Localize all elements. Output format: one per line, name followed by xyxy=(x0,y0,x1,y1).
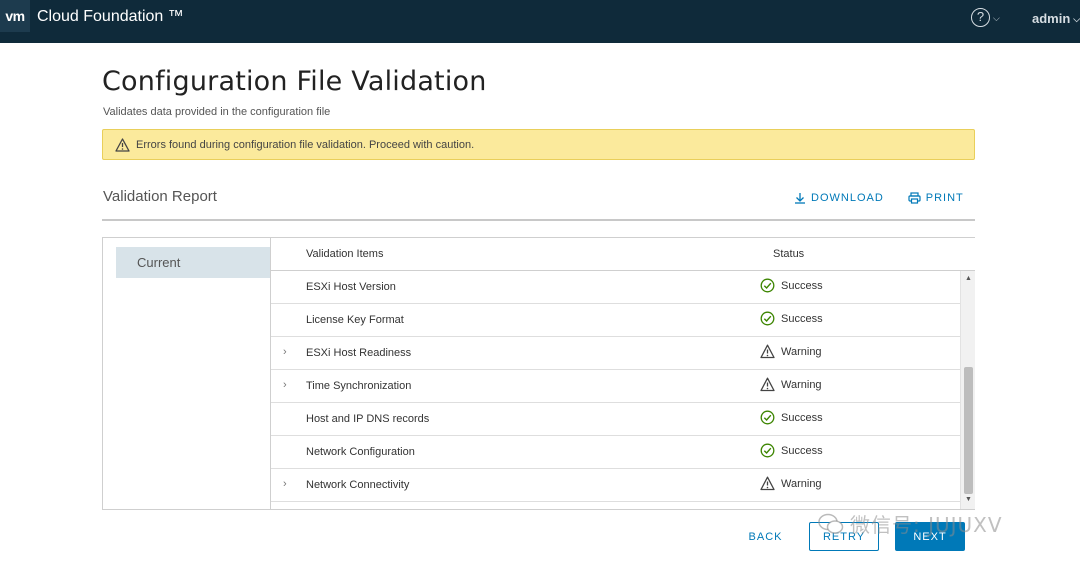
status-cell: Success xyxy=(760,311,823,326)
success-check-icon xyxy=(760,443,775,458)
table-row: Network Configuration Success xyxy=(271,436,960,469)
watermark-text: 微信号: JUJUXV xyxy=(850,513,1003,537)
validation-grid: Validation Items Status ESXi Host Versio… xyxy=(270,238,975,509)
chevron-right-icon[interactable]: › xyxy=(283,478,287,490)
status-label: Warning xyxy=(781,378,822,391)
status-label: Warning xyxy=(781,345,822,358)
table-row[interactable]: › Network Connectivity Warning xyxy=(271,469,960,502)
success-check-icon xyxy=(760,311,775,326)
print-button[interactable]: PRINT xyxy=(908,192,964,204)
warning-triangle-icon xyxy=(760,344,775,359)
status-cell: Warning xyxy=(760,476,822,491)
status-cell: Success xyxy=(760,410,823,425)
warning-triangle-icon xyxy=(760,476,775,491)
warning-alert: Errors found during configuration file v… xyxy=(102,129,975,160)
chevron-down-icon: ⌵ xyxy=(1073,14,1080,24)
column-header-status[interactable]: Status xyxy=(773,248,804,260)
table-row: License Key Format Success xyxy=(271,304,960,337)
validation-item-name: Host and IP DNS records xyxy=(306,413,430,425)
wechat-icon xyxy=(818,513,844,534)
scroll-down-arrow-icon[interactable]: ▼ xyxy=(965,496,972,503)
scroll-up-arrow-icon[interactable]: ▲ xyxy=(965,275,972,282)
vm-logo: vm xyxy=(0,0,30,32)
page-subtitle: Validates data provided in the configura… xyxy=(103,106,331,118)
help-icon[interactable]: ? xyxy=(971,8,990,27)
status-cell: Success xyxy=(760,278,823,293)
status-label: Success xyxy=(781,279,823,292)
warning-triangle-icon xyxy=(760,377,775,392)
back-button[interactable]: BACK xyxy=(737,522,794,551)
status-label: Success xyxy=(781,444,823,457)
page-title: Configuration File Validation xyxy=(102,66,487,97)
status-cell: Warning xyxy=(760,377,822,392)
user-name: admin xyxy=(1032,11,1071,26)
table-row: ESXi Host Version Success xyxy=(271,271,960,304)
status-label: Success xyxy=(781,411,823,424)
top-nav-bar: vm Cloud Foundation ™ ? ⌵ admin ⌵ xyxy=(0,0,1080,43)
validation-item-name: ESXi Host Readiness xyxy=(306,347,412,359)
printer-icon xyxy=(908,192,921,204)
success-check-icon xyxy=(760,278,775,293)
chevron-right-icon[interactable]: › xyxy=(283,379,287,391)
table-row[interactable]: › ESXi Host Readiness Warning xyxy=(271,337,960,370)
help-menu[interactable]: ? ⌵ xyxy=(971,8,1000,27)
grid-scrollbar[interactable]: ▲ ▼ xyxy=(960,271,975,509)
validation-item-name: Network Connectivity xyxy=(306,479,410,491)
table-row[interactable]: › Time Synchronization Warning xyxy=(271,370,960,403)
report-panel: Current Validation Items Status ESXi Hos… xyxy=(102,237,975,510)
app-title: Cloud Foundation ™ xyxy=(37,8,184,25)
chevron-right-icon[interactable]: › xyxy=(283,346,287,358)
status-label: Warning xyxy=(781,477,822,490)
scrollbar-thumb[interactable] xyxy=(964,367,973,494)
download-button[interactable]: DOWNLOAD xyxy=(794,192,884,204)
validation-item-name: License Key Format xyxy=(306,314,404,326)
grid-header: Validation Items Status xyxy=(271,238,975,271)
user-menu[interactable]: admin ⌵ xyxy=(1032,11,1080,26)
status-label: Success xyxy=(781,312,823,325)
validation-item-name: ESXi Host Version xyxy=(306,281,396,293)
report-divider xyxy=(102,219,975,221)
report-actions: DOWNLOAD PRINT xyxy=(794,192,964,204)
print-label: PRINT xyxy=(925,192,964,204)
warning-triangle-icon xyxy=(115,137,130,152)
download-icon xyxy=(795,193,805,204)
sidebar-tab-current[interactable]: Current xyxy=(116,247,271,278)
table-row: Host and IP DNS records Success xyxy=(271,403,960,436)
column-header-items[interactable]: Validation Items xyxy=(306,248,383,260)
report-title: Validation Report xyxy=(103,188,217,205)
validation-item-name: Network Configuration xyxy=(306,446,415,458)
alert-text: Errors found during configuration file v… xyxy=(136,138,475,151)
validation-item-name: Time Synchronization xyxy=(306,380,412,392)
status-cell: Warning xyxy=(760,344,822,359)
success-check-icon xyxy=(760,410,775,425)
watermark: 微信号: JUJUXV xyxy=(818,509,1003,538)
chevron-down-icon: ⌵ xyxy=(993,13,1000,23)
download-label: DOWNLOAD xyxy=(811,192,884,204)
status-cell: Success xyxy=(760,443,823,458)
